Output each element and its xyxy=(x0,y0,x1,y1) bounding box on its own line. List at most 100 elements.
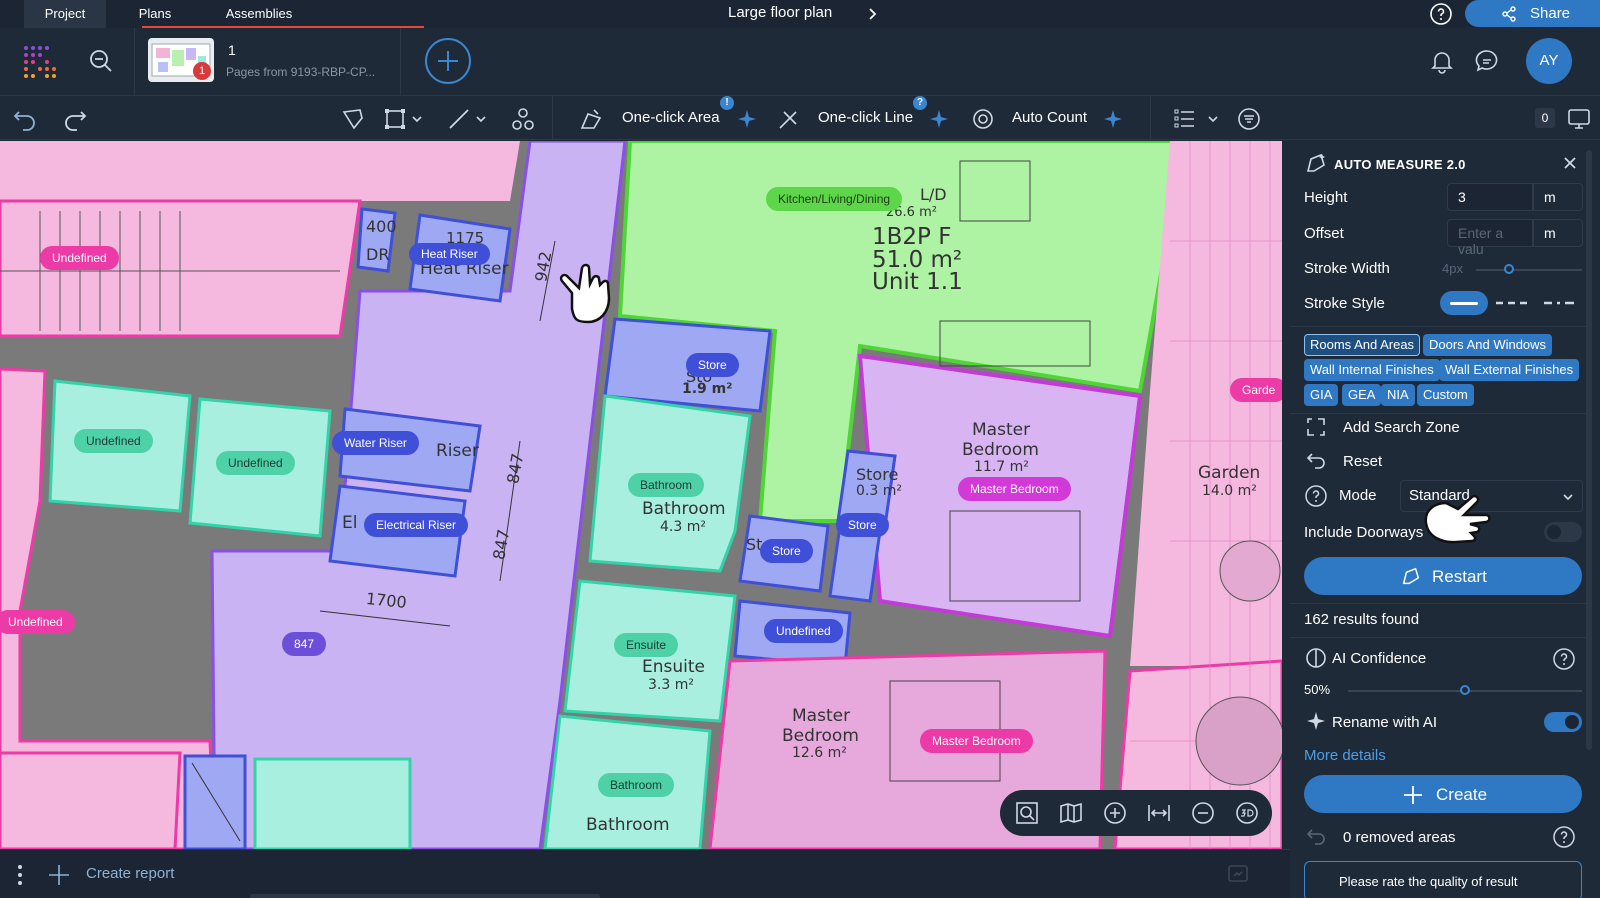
chip-wall-external-finishes[interactable]: Wall External Finishes xyxy=(1439,359,1580,381)
page-badge: 1 xyxy=(193,62,211,80)
reset-button[interactable]: Reset xyxy=(1343,453,1382,470)
ai-confidence-slider-knob[interactable] xyxy=(1460,685,1470,695)
bedroom2-text: Bedroom xyxy=(782,726,859,746)
help-icon[interactable] xyxy=(1552,825,1576,849)
comments-icon[interactable] xyxy=(1474,48,1500,74)
horizontal-scrollbar[interactable] xyxy=(250,894,600,898)
list-icon[interactable] xyxy=(1172,106,1198,132)
notification-bell-icon[interactable] xyxy=(1429,48,1455,74)
chevron-down-icon[interactable] xyxy=(1206,106,1220,132)
app-logo-icon[interactable] xyxy=(22,44,56,78)
help-icon[interactable] xyxy=(1552,647,1576,671)
tab-assemblies[interactable]: Assemblies xyxy=(204,0,314,28)
room-label[interactable]: Store xyxy=(760,539,813,563)
help-icon[interactable] xyxy=(1429,2,1453,26)
room-label[interactable]: Ensuite xyxy=(614,633,679,657)
room-label[interactable]: Heat Riser xyxy=(409,243,490,265)
room-label[interactable]: Master Bedroom xyxy=(920,729,1033,753)
count-tool-icon[interactable] xyxy=(510,106,536,132)
stroke-width-slider[interactable] xyxy=(1476,269,1582,271)
close-icon[interactable] xyxy=(1560,153,1580,173)
rectangle-tool-icon[interactable] xyxy=(382,106,408,132)
auto-count-button[interactable]: Auto Count xyxy=(1012,109,1087,126)
offset-unit-select[interactable]: m xyxy=(1533,219,1583,247)
report-icon[interactable] xyxy=(1226,862,1250,886)
one-click-line-icon[interactable] xyxy=(776,106,802,132)
rename-with-ai-toggle[interactable] xyxy=(1544,712,1582,732)
share-button[interactable]: Share xyxy=(1465,0,1600,27)
add-search-zone-button[interactable]: Add Search Zone xyxy=(1343,419,1460,436)
create-button[interactable]: Create xyxy=(1304,775,1582,813)
room-label[interactable]: Garde xyxy=(1230,378,1282,402)
user-avatar[interactable]: AY xyxy=(1526,38,1572,84)
chevron-right-icon[interactable] xyxy=(864,6,880,22)
room-label[interactable]: Undefined xyxy=(74,429,153,453)
chip-custom[interactable]: Custom xyxy=(1417,384,1474,406)
room-label[interactable]: 847 xyxy=(282,632,327,656)
one-click-line-button[interactable]: One-click Line xyxy=(818,109,913,126)
monitor-icon[interactable] xyxy=(1566,106,1592,132)
height-input[interactable]: 3 xyxy=(1447,183,1533,211)
restart-button[interactable]: Restart xyxy=(1304,557,1582,595)
room-label[interactable]: Undefined xyxy=(216,451,295,475)
el-text: El xyxy=(342,513,358,533)
zoom-toolbar xyxy=(1000,790,1272,836)
chip-wall-internal-finishes[interactable]: Wall Internal Finishes xyxy=(1304,359,1440,381)
room-label[interactable]: Electrical Riser xyxy=(364,513,469,537)
floor-plan-canvas[interactable]: 1B2P F 51.0 m² Unit 1.1 L/D 26.6 m² Sto … xyxy=(0,141,1282,849)
polygon-tool-icon[interactable] xyxy=(340,106,366,132)
undo-icon[interactable] xyxy=(12,106,38,132)
more-details-link[interactable]: More details xyxy=(1304,747,1386,764)
include-doorways-toggle[interactable] xyxy=(1544,522,1582,542)
help-icon[interactable] xyxy=(1304,484,1328,508)
book-icon[interactable] xyxy=(1058,800,1084,826)
zoom-out-icon[interactable] xyxy=(1190,800,1216,826)
zoom-out-icon[interactable] xyxy=(88,48,114,74)
chevron-down-icon[interactable] xyxy=(474,106,488,132)
redo-icon[interactable] xyxy=(62,106,88,132)
room-label[interactable]: Water Riser xyxy=(332,431,419,455)
room-label[interactable]: Store xyxy=(836,513,889,537)
chip-gea[interactable]: GEA xyxy=(1342,384,1382,406)
room-label[interactable]: Master Bedroom xyxy=(958,477,1071,501)
chip-gia[interactable]: GIA xyxy=(1304,384,1339,406)
fit-width-icon[interactable] xyxy=(1146,800,1172,826)
height-unit-select[interactable]: m xyxy=(1533,183,1583,211)
more-options-icon[interactable] xyxy=(14,862,26,888)
divider xyxy=(1290,413,1586,414)
filter-icon[interactable] xyxy=(1236,106,1262,132)
document-title[interactable]: Large floor plan xyxy=(728,4,832,21)
room-label[interactable]: Undefined xyxy=(764,619,843,643)
add-page-button[interactable] xyxy=(425,38,471,84)
offset-input[interactable]: Enter a valu xyxy=(1447,219,1533,257)
stroke-style-dashdot[interactable] xyxy=(1542,297,1576,309)
stroke-width-slider-knob[interactable] xyxy=(1504,264,1514,274)
undo-icon[interactable] xyxy=(1304,825,1328,849)
room-label[interactable]: Store xyxy=(686,353,739,377)
3d-view-icon[interactable] xyxy=(1234,800,1260,826)
room-label[interactable]: Kitchen/Living/Dining xyxy=(766,187,903,211)
line-tool-icon[interactable] xyxy=(446,106,472,132)
room-label[interactable]: Undefined xyxy=(0,610,75,634)
zoom-in-icon[interactable] xyxy=(1102,800,1128,826)
room-label[interactable]: Undefined xyxy=(40,246,119,270)
chip-nia[interactable]: NIA xyxy=(1381,384,1415,406)
create-report-button[interactable]: Create report xyxy=(86,865,174,882)
plus-icon[interactable] xyxy=(46,862,72,888)
rate-quality-prompt[interactable]: Please rate the quality of result xyxy=(1304,861,1582,898)
fit-zoom-icon[interactable] xyxy=(1014,800,1040,826)
chip-rooms-and-areas[interactable]: Rooms And Areas xyxy=(1304,334,1421,356)
one-click-area-icon[interactable] xyxy=(578,106,604,132)
tab-project[interactable]: Project xyxy=(24,0,106,28)
room-label[interactable]: Bathroom xyxy=(598,773,675,797)
master2-area-text: 12.6 m² xyxy=(792,745,847,761)
stroke-style-solid[interactable] xyxy=(1440,291,1488,315)
panel-scrollbar[interactable] xyxy=(1586,150,1592,750)
tab-plans[interactable]: Plans xyxy=(122,0,188,28)
room-label[interactable]: Bathroom xyxy=(628,473,705,497)
auto-count-icon[interactable] xyxy=(970,106,996,132)
one-click-area-button[interactable]: One-click Area xyxy=(622,109,720,126)
stroke-style-dashed[interactable] xyxy=(1494,297,1528,309)
chevron-down-icon[interactable] xyxy=(410,106,424,132)
chip-doors-and-windows[interactable]: Doors And Windows xyxy=(1423,334,1553,356)
